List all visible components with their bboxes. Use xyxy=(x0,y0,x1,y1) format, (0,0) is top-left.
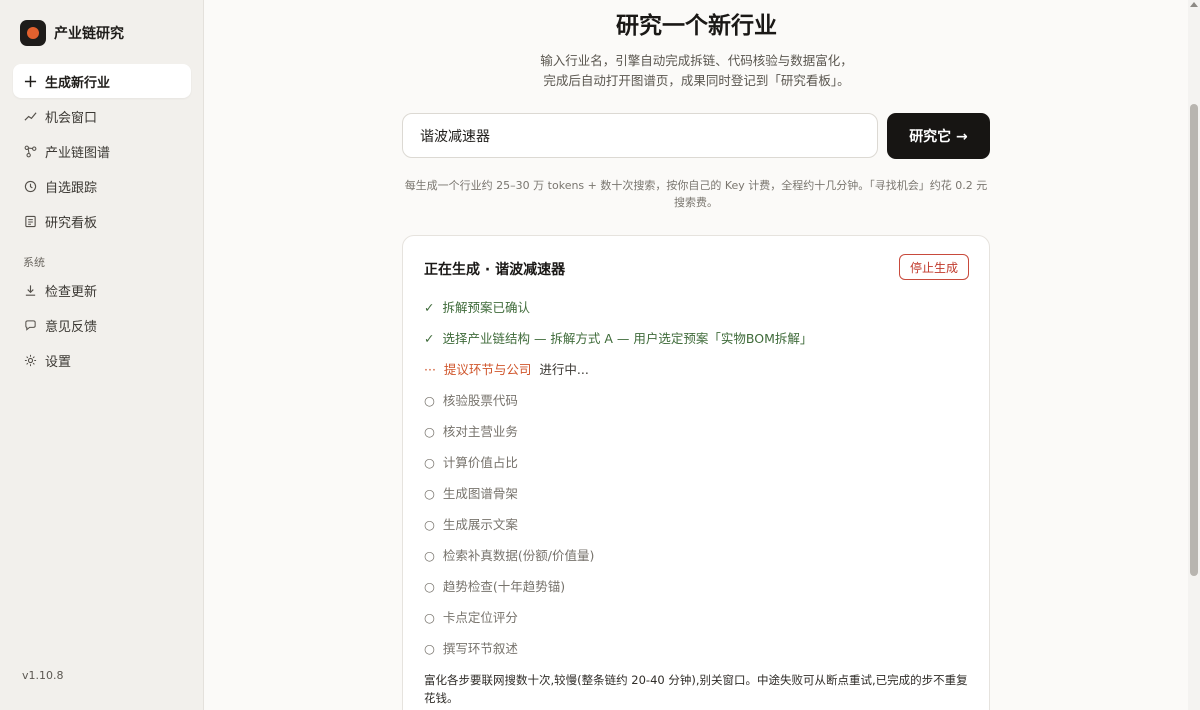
step-name: 生成图谱骨架 xyxy=(442,486,518,501)
board-icon xyxy=(23,214,37,228)
step-item: ○ 趋势检查(十年趋势锚) xyxy=(424,576,565,595)
step-name: 核验股票代码 xyxy=(442,393,518,408)
progress-note: 富化各步要联网搜数十次,较慢(整条链约 20-40 分钟),别关窗口。中途失败可… xyxy=(424,673,968,705)
progress-card: 正在生成 · 谐波减速器 停止生成 ✓ 拆解预案已确认 ✓ 选择产业链结构 — … xyxy=(402,235,990,710)
chat-bubble-icon xyxy=(23,318,37,332)
app-version: v1.10.8 xyxy=(22,669,64,682)
sidebar-item-watchlist[interactable]: 自选跟踪 xyxy=(13,169,191,203)
step-item: ○ 检索补真数据(份额/价值量) xyxy=(424,545,594,564)
scrollbar-thumb[interactable] xyxy=(1190,104,1198,576)
stop-generation-button[interactable]: 停止生成 xyxy=(899,254,969,280)
sidebar-item-feedback[interactable]: 意见反馈 xyxy=(13,308,191,342)
sidebar-item-label: 意见反馈 xyxy=(45,319,98,335)
pending-circle-icon: ○ xyxy=(424,455,435,470)
sidebar-item-research-board[interactable]: 研究看板 xyxy=(13,204,191,238)
cost-hint: 每生成一个行业约 25–30 万 tokens + 数十次搜索，按你自己的 Ke… xyxy=(404,179,988,209)
sidebar-item-label: 检查更新 xyxy=(45,284,98,300)
sidebar-item-chain-graph[interactable]: 产业链图谱 xyxy=(13,134,191,168)
step-item: ○ 卡点定位评分 xyxy=(424,607,518,626)
graph-nodes-icon xyxy=(23,144,37,158)
trend-line-icon xyxy=(23,109,37,123)
step-item: ○ 计算价值占比 xyxy=(424,452,518,471)
step-name: 检索补真数据(份额/价值量) xyxy=(442,548,595,563)
step-item: ○ 核对主营业务 xyxy=(424,421,518,440)
page-subtitle-line-1: 输入行业名，引擎自动完成拆链、代码核验与数据富化， xyxy=(540,53,853,68)
step-name: 拆解预案已确认 xyxy=(442,300,530,315)
gear-icon xyxy=(23,353,37,367)
pending-circle-icon: ○ xyxy=(424,393,435,408)
step-item: ○ 生成图谱骨架 xyxy=(424,483,518,502)
plus-icon xyxy=(23,74,37,88)
step-item: ✓ 拆解预案已确认 xyxy=(424,297,530,316)
sidebar-item-check-update[interactable]: 检查更新 xyxy=(13,273,191,307)
pending-circle-icon: ○ xyxy=(424,424,435,439)
ellipsis-icon: ··· xyxy=(424,362,436,377)
sidebar-item-label: 研究看板 xyxy=(45,215,98,231)
step-name: 核对主营业务 xyxy=(442,424,518,439)
vertical-scrollbar[interactable] xyxy=(1188,0,1200,710)
step-item: ○ 生成展示文案 xyxy=(424,514,518,533)
scroll-up-icon[interactable] xyxy=(1190,2,1198,7)
page-subtitle-line-2: 完成后自动打开图谱页，成果同时登记到「研究看板」。 xyxy=(543,73,850,88)
industry-input[interactable]: 谐波减速器 xyxy=(402,113,878,158)
sidebar-item-label: 生成新行业 xyxy=(45,75,111,91)
app-logo-icon xyxy=(20,20,46,46)
sidebar-item-label: 自选跟踪 xyxy=(45,180,98,196)
sidebar-item-settings[interactable]: 设置 xyxy=(13,343,191,377)
section-label-system: 系统 xyxy=(23,256,45,269)
brand: 产业链研究 xyxy=(20,20,124,46)
research-button[interactable]: 研究它 → xyxy=(887,113,990,159)
step-item: ··· 提议环节与公司 进行中... xyxy=(424,359,589,378)
sidebar-item-label: 产业链图谱 xyxy=(45,145,111,161)
step-item: ○ 核验股票代码 xyxy=(424,390,518,409)
step-name: 提议环节与公司 xyxy=(443,362,532,377)
pending-circle-icon: ○ xyxy=(424,641,435,656)
sidebar: 产业链研究 生成新行业 机会窗口 产业链图谱 自选跟踪 研究看板 系统 检查更新… xyxy=(0,0,204,710)
page-title: 研究一个新行业 xyxy=(616,13,777,39)
step-name: 趋势检查(十年趋势锚) xyxy=(442,579,566,594)
pending-circle-icon: ○ xyxy=(424,517,435,532)
step-name: 选择产业链结构 — 拆解方式 A — 用户选定预案「实物BOM拆解」 xyxy=(442,331,813,346)
progress-title: 正在生成 · 谐波减速器 xyxy=(424,262,566,278)
step-item: ✓ 选择产业链结构 — 拆解方式 A — 用户选定预案「实物BOM拆解」 xyxy=(424,328,812,347)
check-icon: ✓ xyxy=(424,300,435,315)
step-name: 生成展示文案 xyxy=(442,517,518,532)
sidebar-item-label: 设置 xyxy=(45,354,72,370)
check-icon: ✓ xyxy=(424,331,435,346)
step-name: 撰写环节叙述 xyxy=(442,641,518,656)
main-content: 研究一个新行业 输入行业名，引擎自动完成拆链、代码核验与数据富化， 完成后自动打… xyxy=(205,0,1188,710)
sidebar-item-new-industry[interactable]: 生成新行业 xyxy=(13,64,191,98)
pending-circle-icon: ○ xyxy=(424,486,435,501)
sidebar-item-label: 机会窗口 xyxy=(45,110,98,126)
pending-circle-icon: ○ xyxy=(424,548,435,563)
clock-icon xyxy=(23,179,37,193)
step-name: 计算价值占比 xyxy=(442,455,518,470)
step-item: ○ 撰写环节叙述 xyxy=(424,638,518,657)
pending-circle-icon: ○ xyxy=(424,610,435,625)
pending-circle-icon: ○ xyxy=(424,579,435,594)
step-name: 卡点定位评分 xyxy=(442,610,518,625)
download-icon xyxy=(23,283,37,297)
sidebar-item-opportunity-window[interactable]: 机会窗口 xyxy=(13,99,191,133)
app-name: 产业链研究 xyxy=(54,26,124,42)
step-status: 进行中... xyxy=(539,362,589,377)
